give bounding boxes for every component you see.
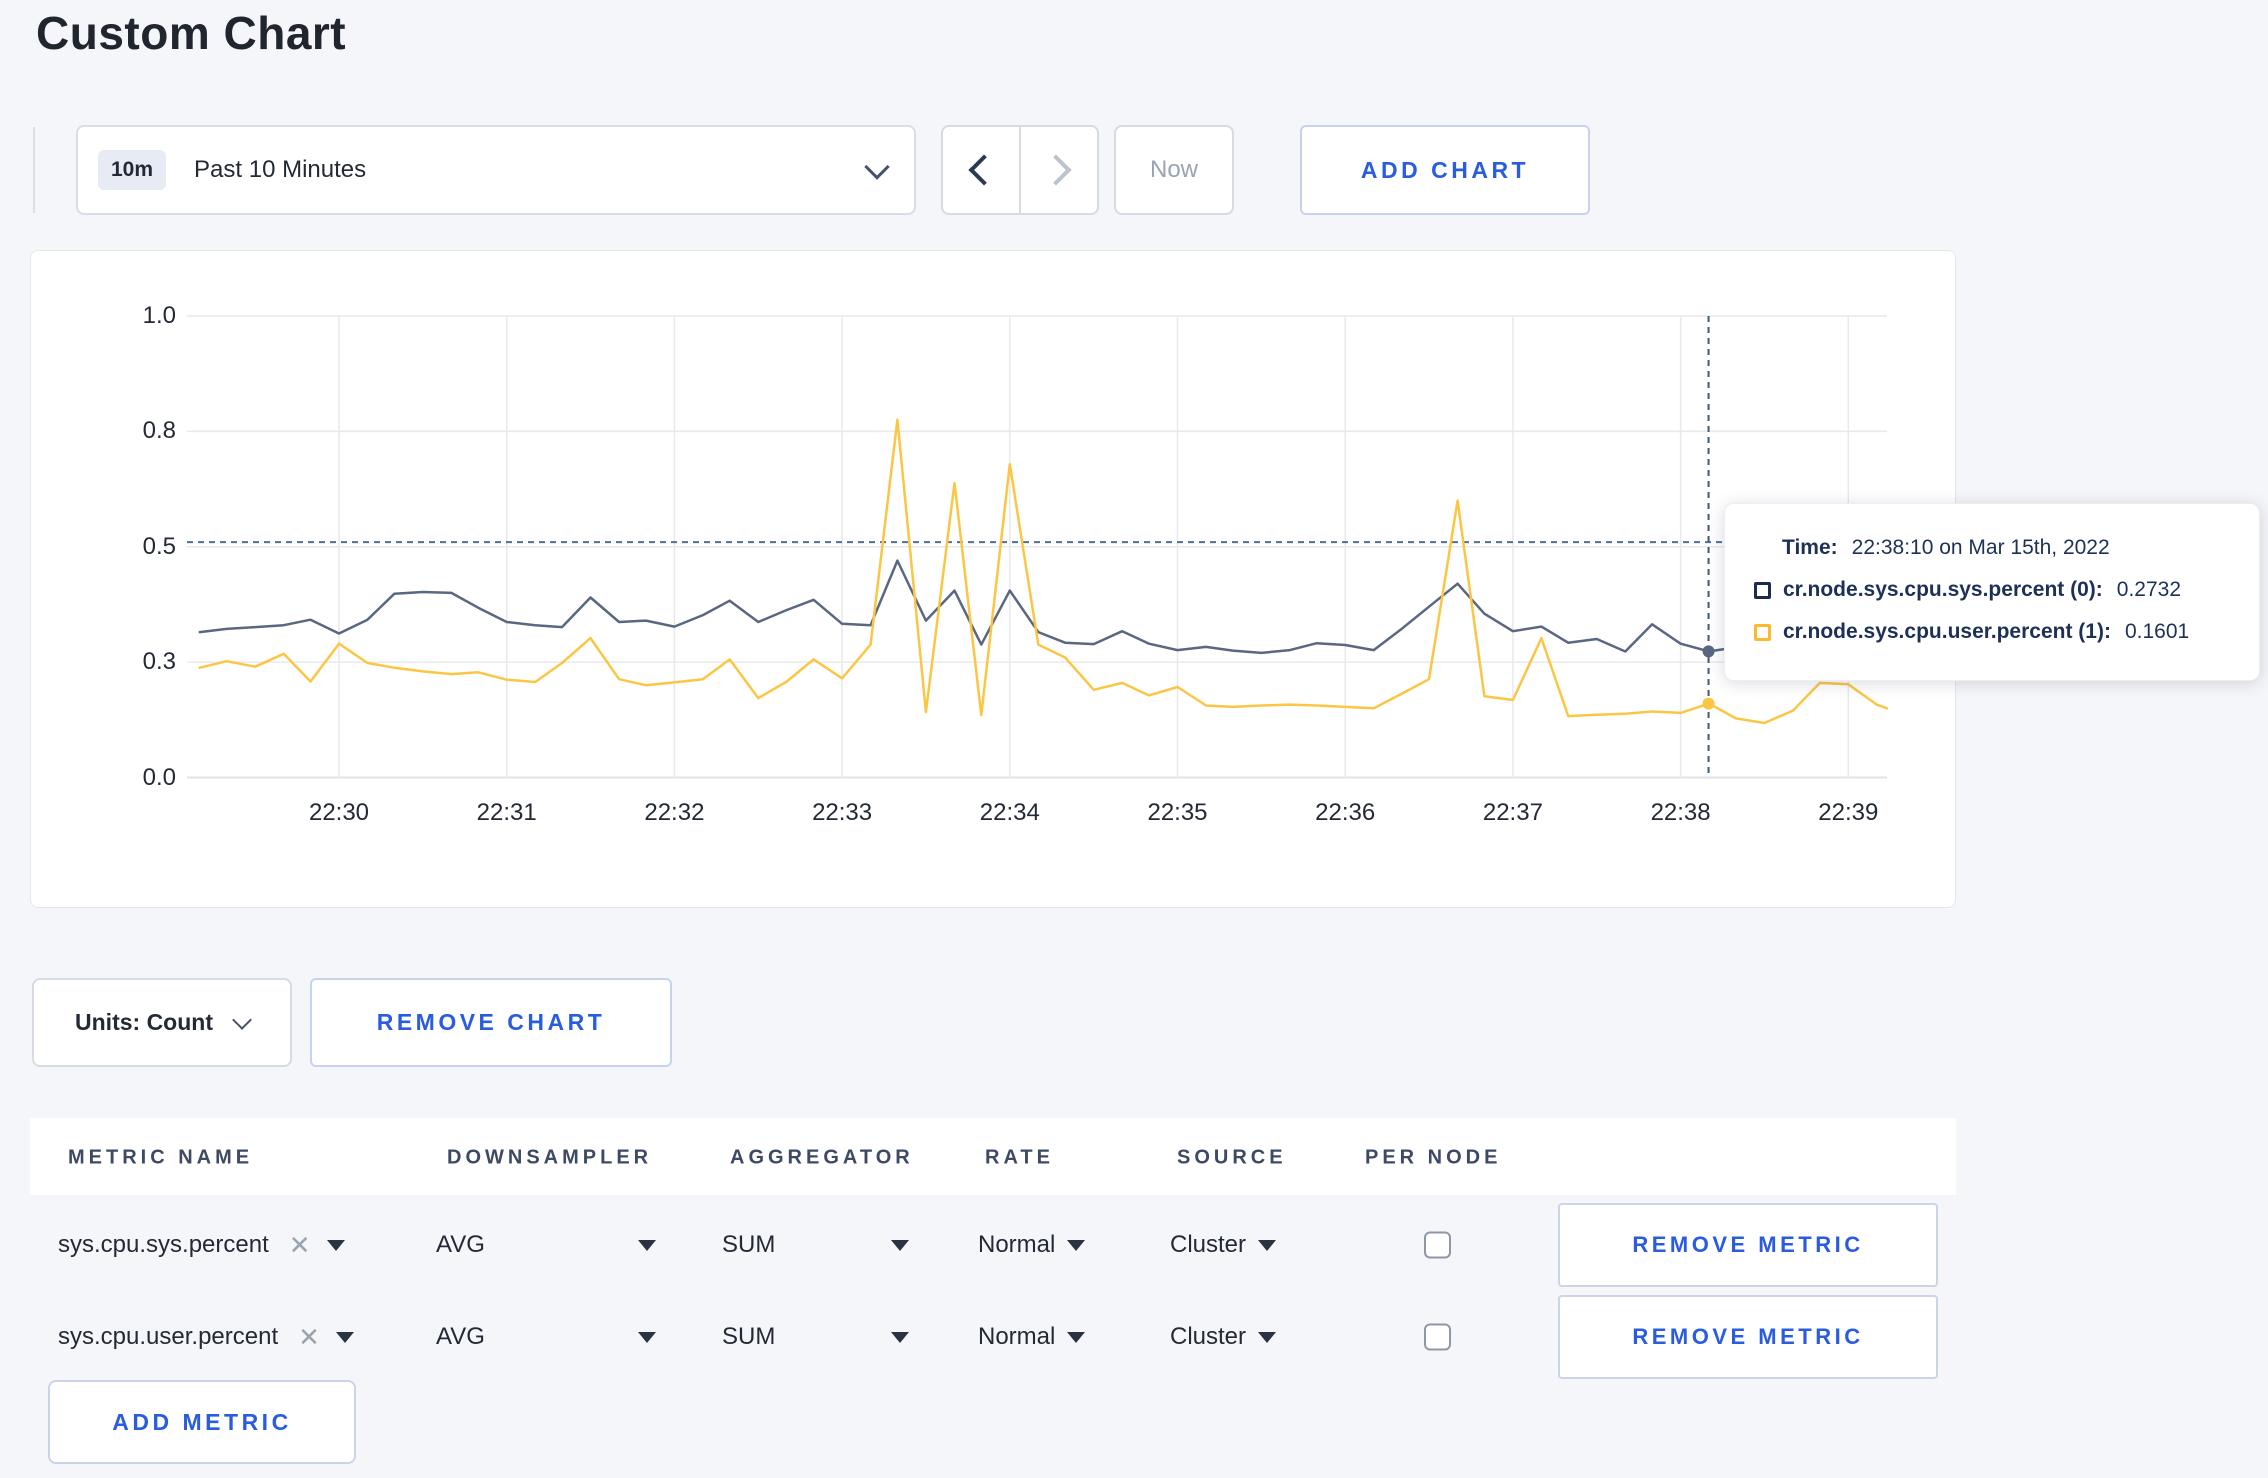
chevron-left-icon <box>968 154 1000 186</box>
chart-panel[interactable]: 0.0 0.3 0.5 0.8 1.0 22:30 22:31 22:32 22:33 22:34… <box>30 250 1956 908</box>
tooltip-series-user-name: cr.node.sys.cpu.user.percent (1): <box>1783 620 2111 643</box>
clear-metric-icon[interactable]: ✕ <box>298 1324 320 1350</box>
downsampler-value: AVG <box>436 1323 485 1350</box>
units-select[interactable]: Units: Count <box>32 978 292 1067</box>
toolbar-divider <box>33 127 35 213</box>
rate-value: Normal <box>978 1231 1056 1258</box>
dropdown-icon <box>891 1331 909 1343</box>
per-node-checkbox[interactable] <box>1424 1231 1451 1259</box>
source-value: Cluster <box>1170 1323 1247 1350</box>
source-select[interactable]: Cluster <box>1170 1231 1277 1259</box>
tooltip-series-sys-name: cr.node.sys.cpu.sys.percent (0): <box>1783 578 2103 601</box>
now-button[interactable]: Now <box>1114 125 1234 215</box>
dropdown-icon <box>891 1239 909 1251</box>
rate-select[interactable]: Normal <box>978 1323 1086 1351</box>
metric-dropdown-icon[interactable] <box>335 1331 354 1343</box>
y-axis-tick-label: 0.0 <box>142 763 176 791</box>
header-source: SOURCE <box>1177 1146 1287 1168</box>
y-axis-tick-label: 0.5 <box>142 532 176 560</box>
remove-metric-button[interactable]: REMOVE METRIC <box>1558 1295 1938 1379</box>
per-node-checkbox[interactable] <box>1424 1323 1451 1351</box>
dropdown-icon <box>638 1331 656 1343</box>
time-pager <box>941 125 1099 215</box>
dropdown-icon <box>1258 1239 1277 1251</box>
remove-metric-button[interactable]: REMOVE METRIC <box>1558 1203 1938 1287</box>
dropdown-icon <box>1258 1331 1277 1343</box>
dropdown-icon <box>638 1239 656 1251</box>
source-value: Cluster <box>1170 1231 1247 1258</box>
table-header-row: METRIC NAME DOWNSAMPLER AGGREGATOR RATE … <box>0 1120 2268 1195</box>
header-metric-name: METRIC NAME <box>68 1146 254 1168</box>
add-metric-button[interactable]: ADD METRIC <box>48 1380 356 1464</box>
downsampler-value: AVG <box>436 1231 485 1258</box>
downsampler-select[interactable]: AVG <box>436 1323 656 1351</box>
header-aggregator: AGGREGATOR <box>730 1146 914 1168</box>
x-axis-tick-label: 22:31 <box>476 799 537 826</box>
rate-value: Normal <box>978 1323 1056 1350</box>
series-sys-swatch-icon <box>1754 581 1771 599</box>
y-axis-tick-label: 0.3 <box>142 648 176 676</box>
time-range-badge: 10m <box>98 150 167 190</box>
x-axis-tick-label: 22:34 <box>979 799 1040 826</box>
table-row: sys.cpu.user.percent ✕ AVG SUM Normal Cl… <box>0 1294 2268 1380</box>
metric-name-value: sys.cpu.sys.percent <box>58 1231 269 1258</box>
aggregator-value: SUM <box>722 1323 776 1350</box>
tooltip-time-value: 22:38:10 on Mar 15th, 2022 <box>1851 536 2110 559</box>
prev-time-button[interactable] <box>943 127 1019 213</box>
x-axis-tick-label: 22:39 <box>1818 799 1879 826</box>
add-chart-button[interactable]: ADD CHART <box>1300 125 1590 215</box>
units-label: Units: Count <box>75 1009 213 1035</box>
aggregator-select[interactable]: SUM <box>722 1231 909 1259</box>
x-axis-tick-label: 22:38 <box>1650 799 1711 826</box>
x-axis-tick-label: 22:33 <box>812 799 873 826</box>
x-axis-tick-label: 22:36 <box>1315 799 1376 826</box>
dropdown-icon <box>1067 1239 1086 1251</box>
table-row: sys.cpu.sys.percent ✕ AVG SUM Normal Clu… <box>0 1202 2268 1288</box>
source-select[interactable]: Cluster <box>1170 1323 1277 1351</box>
aggregator-select[interactable]: SUM <box>722 1323 909 1351</box>
time-range-select[interactable]: 10m Past 10 Minutes <box>76 125 916 215</box>
chevron-down-icon <box>864 154 890 180</box>
downsampler-select[interactable]: AVG <box>436 1231 656 1259</box>
aggregator-value: SUM <box>722 1231 776 1258</box>
header-downsampler: DOWNSAMPLER <box>447 1146 653 1168</box>
dropdown-icon <box>1067 1331 1086 1343</box>
metric-name-value: sys.cpu.user.percent <box>58 1323 279 1350</box>
series-user-swatch-icon <box>1754 623 1771 641</box>
remove-chart-button[interactable]: REMOVE CHART <box>310 978 672 1067</box>
time-range-label: Past 10 Minutes <box>194 156 367 183</box>
x-axis-tick-label: 22:37 <box>1482 799 1543 826</box>
tooltip-series-sys-value: 0.2732 <box>2116 578 2182 601</box>
clear-metric-icon[interactable]: ✕ <box>289 1232 311 1258</box>
y-axis-tick-label: 1.0 <box>142 302 176 329</box>
tooltip-time-label: Time: <box>1782 536 1838 559</box>
page-title: Custom Chart <box>36 7 347 59</box>
next-time-button[interactable] <box>1019 127 1097 213</box>
chart-tooltip: Time: 22:38:10 on Mar 15th, 2022 cr.node… <box>1724 503 2260 681</box>
header-rate: RATE <box>985 1146 1054 1168</box>
x-axis-tick-label: 22:35 <box>1147 799 1208 826</box>
chevron-right-icon <box>1040 154 1072 186</box>
chevron-down-icon <box>232 1009 252 1030</box>
header-per-node: PER NODE <box>1365 1146 1502 1168</box>
metric-dropdown-icon[interactable] <box>326 1239 345 1251</box>
y-axis-tick-label: 0.8 <box>142 417 176 445</box>
x-axis-tick-label: 22:32 <box>644 799 705 826</box>
x-axis-tick-label: 22:30 <box>308 799 370 826</box>
tooltip-series-user-value: 0.1601 <box>2124 620 2190 643</box>
rate-select[interactable]: Normal <box>978 1231 1086 1259</box>
